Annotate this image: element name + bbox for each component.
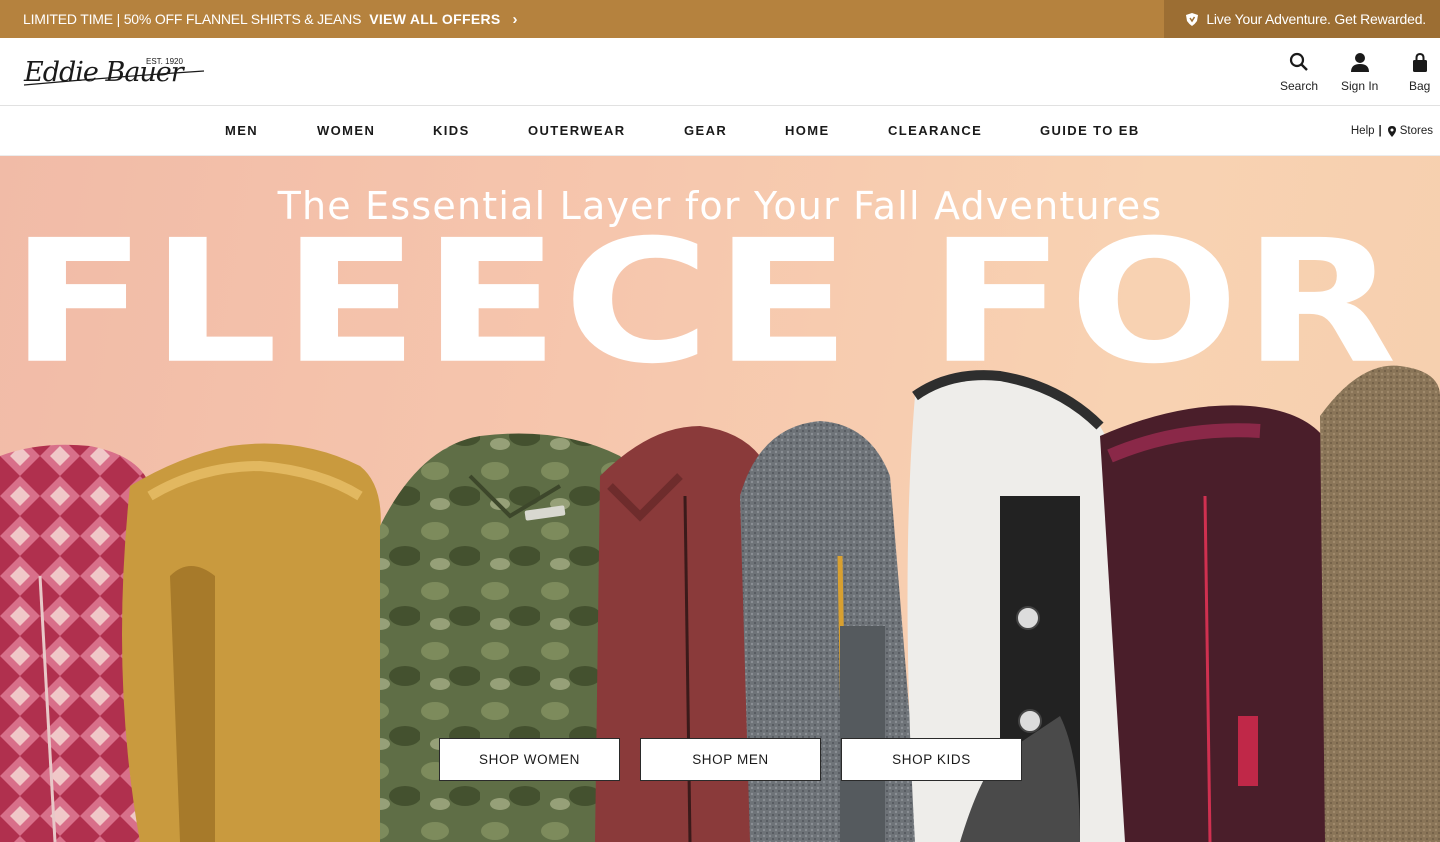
bag-button[interactable]: Bag [1409, 52, 1430, 93]
nav-separator: | [1378, 125, 1382, 137]
eddie-bauer-logo[interactable]: Eddie Bauer EST. 1920 [22, 55, 206, 89]
hero-title: FLEECE FOR DAYS [10, 203, 1440, 402]
help-link[interactable]: Help [1351, 125, 1375, 137]
view-all-offers-link[interactable]: VIEW ALL OFFERS [369, 11, 500, 27]
svg-text:EST. 1920: EST. 1920 [146, 57, 183, 66]
nav-item-men[interactable]: MEN [225, 106, 258, 156]
sign-in-button[interactable]: Sign In [1341, 52, 1378, 93]
nav-item-guide-to-eb[interactable]: GUIDE TO EB [1040, 106, 1140, 156]
hero-banner[interactable]: The Essential Layer for Your Fall Advent… [0, 156, 1440, 842]
search-label: Search [1280, 79, 1319, 93]
promo-bar: LIMITED TIME | 50% OFF FLANNEL SHIRTS & … [0, 0, 1440, 38]
shop-men-button[interactable]: SHOP MEN [640, 738, 821, 781]
bag-label: Bag [1409, 79, 1431, 93]
rewards-link[interactable]: Live Your Adventure. Get Rewarded. [1164, 0, 1440, 38]
nav-item-home[interactable]: HOME [785, 106, 830, 156]
nav-item-clearance[interactable]: CLEARANCE [888, 106, 982, 156]
map-pin-icon [1387, 125, 1396, 137]
chevron-right-icon: › [512, 10, 518, 28]
stores-link[interactable]: Stores [1400, 125, 1433, 137]
search-icon [1289, 52, 1308, 71]
sign-in-label: Sign In [1341, 79, 1379, 93]
site-header: Eddie Bauer EST. 1920 Search Sign In Bag [0, 38, 1440, 106]
promo-text: LIMITED TIME | 50% OFF FLANNEL SHIRTS & … [23, 11, 362, 27]
nav-item-kids[interactable]: KIDS [433, 106, 470, 156]
search-button[interactable]: Search [1280, 52, 1318, 93]
nav-item-women[interactable]: WOMEN [317, 106, 375, 156]
nav-item-gear[interactable]: GEAR [684, 106, 727, 156]
main-navigation: MEN WOMEN KIDS OUTERWEAR GEAR HOME CLEAR… [0, 106, 1440, 156]
bag-icon [1412, 52, 1427, 72]
help-stores-links: Help | Stores [1351, 106, 1433, 156]
nav-item-outerwear[interactable]: OUTERWEAR [528, 106, 626, 156]
user-icon [1350, 53, 1369, 72]
promo-offer-link[interactable]: LIMITED TIME | 50% OFF FLANNEL SHIRTS & … [23, 0, 518, 38]
shield-icon [1186, 12, 1199, 26]
shop-kids-button[interactable]: SHOP KIDS [841, 738, 1022, 781]
rewards-text: Live Your Adventure. Get Rewarded. [1206, 11, 1426, 27]
shop-women-button[interactable]: SHOP WOMEN [439, 738, 620, 781]
